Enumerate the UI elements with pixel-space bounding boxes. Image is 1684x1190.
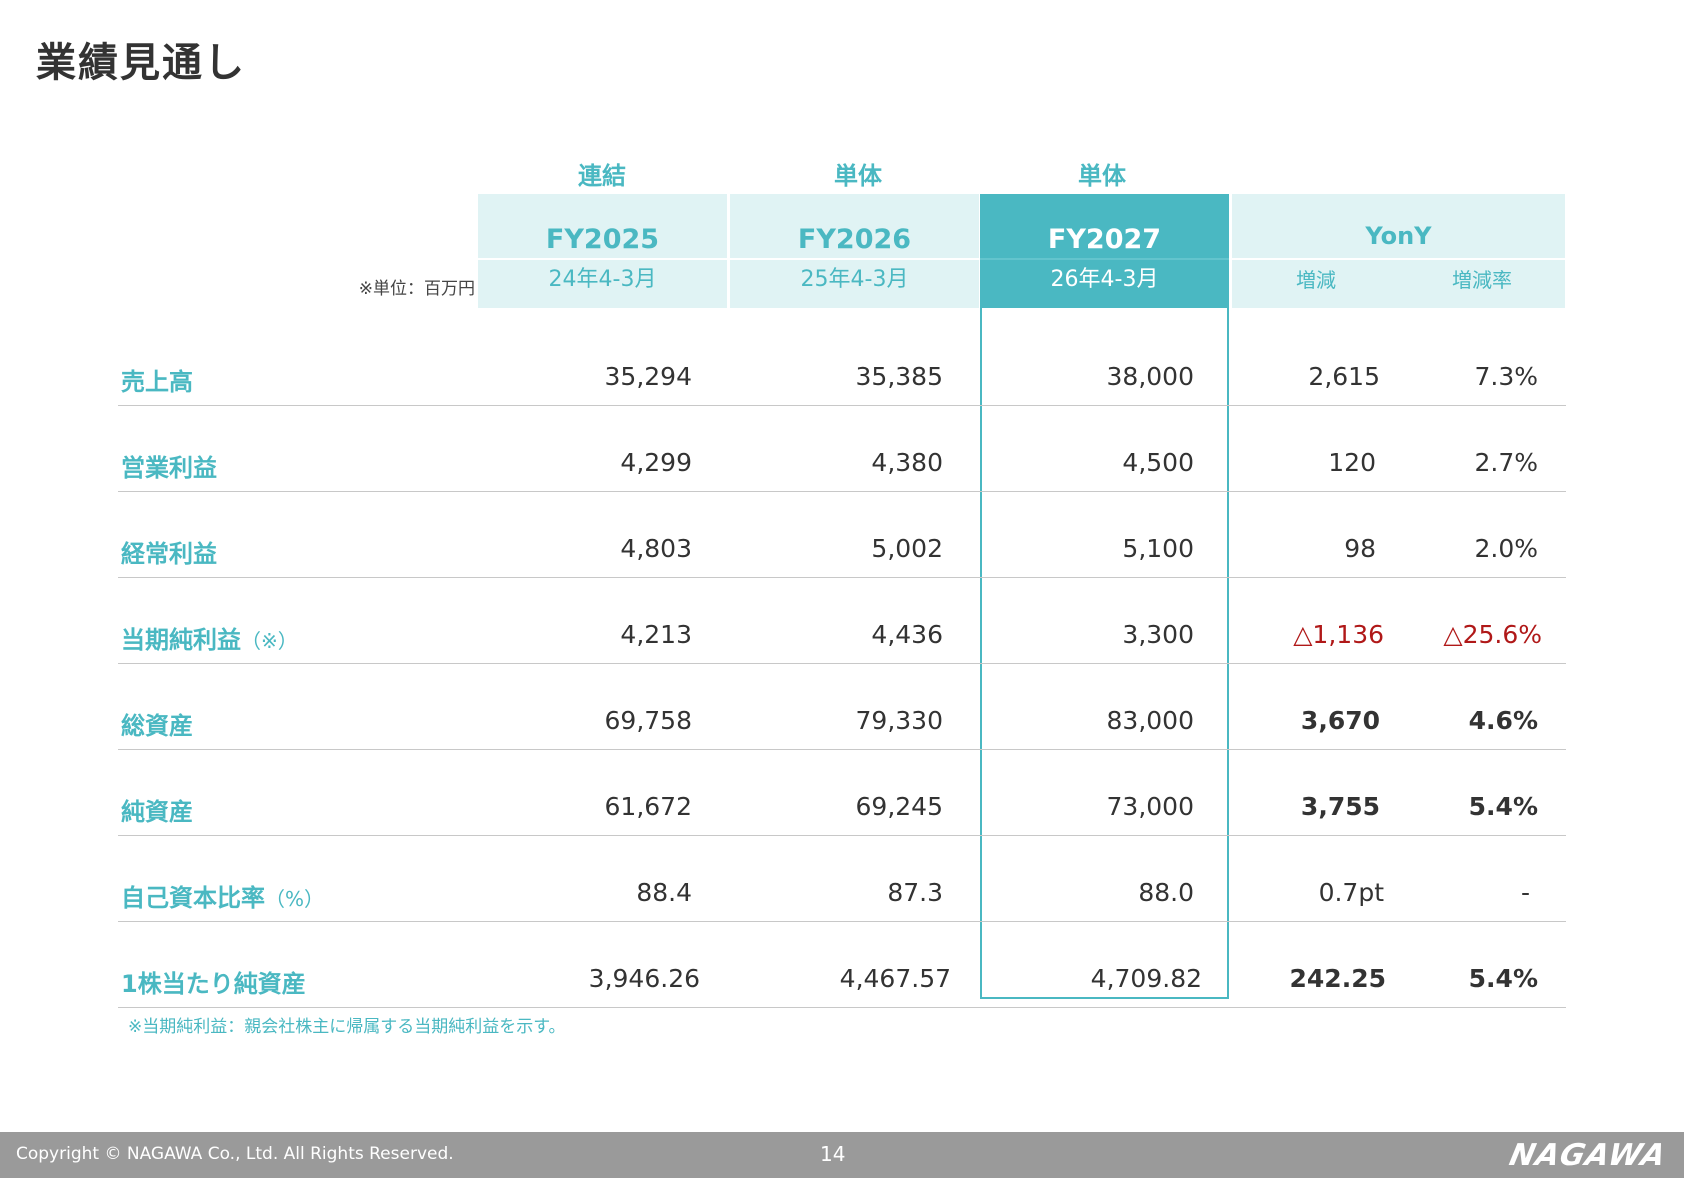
footnote: ※当期純利益：親会社株主に帰属する当期純利益を示す。 (128, 1017, 566, 1037)
value-yony-rate: 5.4% (1468, 792, 1538, 821)
table-row: 売上高 35,294 35,385 38,000 2,615 7.3% (118, 362, 1566, 406)
yony-change-label: 増減 (1296, 268, 1336, 292)
header-period-label: 25年4-3月 (800, 267, 909, 292)
row-label: 自己資本比率（%） (121, 884, 325, 912)
value-fy2027: 4,500 (1122, 448, 1194, 477)
value-yony-rate: 5.4% (1468, 964, 1538, 993)
row-label: 1株当たり純資産 (121, 970, 306, 998)
table-row: 当期純利益（※） 4,213 4,436 3,300 △1,136 △25.6% (118, 620, 1566, 664)
value-fy2025: 88.4 (636, 878, 692, 907)
page-number: 14 (820, 1142, 846, 1166)
value-fy2026: 69,245 (855, 792, 943, 821)
header-fy-label: FY2026 (797, 224, 912, 255)
value-fy2026: 79,330 (855, 706, 943, 735)
value-fy2027: 88.0 (1138, 878, 1194, 907)
value-yony-rate: 2.7% (1474, 448, 1538, 477)
table-row: 総資産 69,758 79,330 83,000 3,670 4.6% (118, 706, 1566, 750)
value-yony-rate: 7.3% (1474, 362, 1538, 391)
header-period-label: 26年4-3月 (1050, 267, 1159, 292)
row-label: 売上高 (121, 368, 193, 396)
value-fy2027: 73,000 (1106, 792, 1194, 821)
header-fy2025: FY2025 24年4-3月 (478, 194, 727, 308)
value-fy2025: 4,299 (620, 448, 692, 477)
value-fy2026: 4,467.57 (839, 964, 951, 993)
table-row: 自己資本比率（%） 88.4 87.3 88.0 0.7pt - (118, 878, 1566, 922)
group-label-standalone-1: 単体 (834, 162, 882, 190)
value-fy2026: 87.3 (887, 878, 943, 907)
row-label: 総資産 (121, 712, 193, 740)
header-fy2027: FY2027 26年4-3月 (980, 194, 1229, 308)
row-label: 純資産 (121, 798, 193, 826)
value-yony-rate: △25.6% (1443, 620, 1542, 649)
value-fy2027: 38,000 (1106, 362, 1194, 391)
header-fy-label: FY2025 (545, 224, 660, 255)
table-row: 経常利益 4,803 5,002 5,100 98 2.0% (118, 534, 1566, 578)
value-fy2025: 69,758 (604, 706, 692, 735)
group-label-standalone-2: 単体 (1078, 162, 1126, 190)
table-row: 1株当たり純資産 3,946.26 4,467.57 4,709.82 242.… (118, 964, 1566, 1008)
table-row: 純資産 61,672 69,245 73,000 3,755 5.4% (118, 792, 1566, 836)
footer-bar: Copyright © NAGAWA Co., Ltd. All Rights … (0, 1132, 1684, 1178)
yony-title: YonY (1365, 222, 1432, 250)
header-fy-label: FY2027 (1047, 224, 1162, 255)
value-fy2026: 35,385 (855, 362, 943, 391)
yony-rate-label: 増減率 (1452, 268, 1512, 292)
row-label: 当期純利益（※） (121, 626, 298, 654)
value-fy2027: 83,000 (1106, 706, 1194, 735)
value-fy2025: 61,672 (604, 792, 692, 821)
unit-note: ※単位：百万円 (358, 279, 475, 299)
value-fy2027: 3,300 (1122, 620, 1194, 649)
company-logo: NAGAWA (1506, 1138, 1670, 1173)
value-fy2026: 4,436 (871, 620, 943, 649)
page-title: 業績見通し (36, 40, 246, 86)
group-label-consolidated: 連結 (578, 162, 626, 190)
header-period-label: 24年4-3月 (548, 267, 657, 292)
value-fy2025: 4,213 (620, 620, 692, 649)
value-fy2027: 4,709.82 (1090, 964, 1202, 993)
row-label: 営業利益 (121, 454, 217, 482)
value-yony-rate: 4.6% (1468, 706, 1538, 735)
value-fy2025: 3,946.26 (588, 964, 700, 993)
copyright-text: Copyright © NAGAWA Co., Ltd. All Rights … (16, 1144, 454, 1164)
value-yony-rate: 2.0% (1474, 534, 1538, 563)
header-yony: YonY 増減 増減率 (1232, 194, 1565, 308)
value-fy2025: 4,803 (620, 534, 692, 563)
row-label: 経常利益 (121, 540, 217, 568)
header-fy2026: FY2026 25年4-3月 (730, 194, 979, 308)
value-fy2025: 35,294 (604, 362, 692, 391)
value-fy2027: 5,100 (1122, 534, 1194, 563)
value-fy2026: 4,380 (871, 448, 943, 477)
value-fy2026: 5,002 (871, 534, 943, 563)
value-yony-rate: - (1520, 878, 1530, 907)
table-row: 営業利益 4,299 4,380 4,500 120 2.7% (118, 448, 1566, 492)
